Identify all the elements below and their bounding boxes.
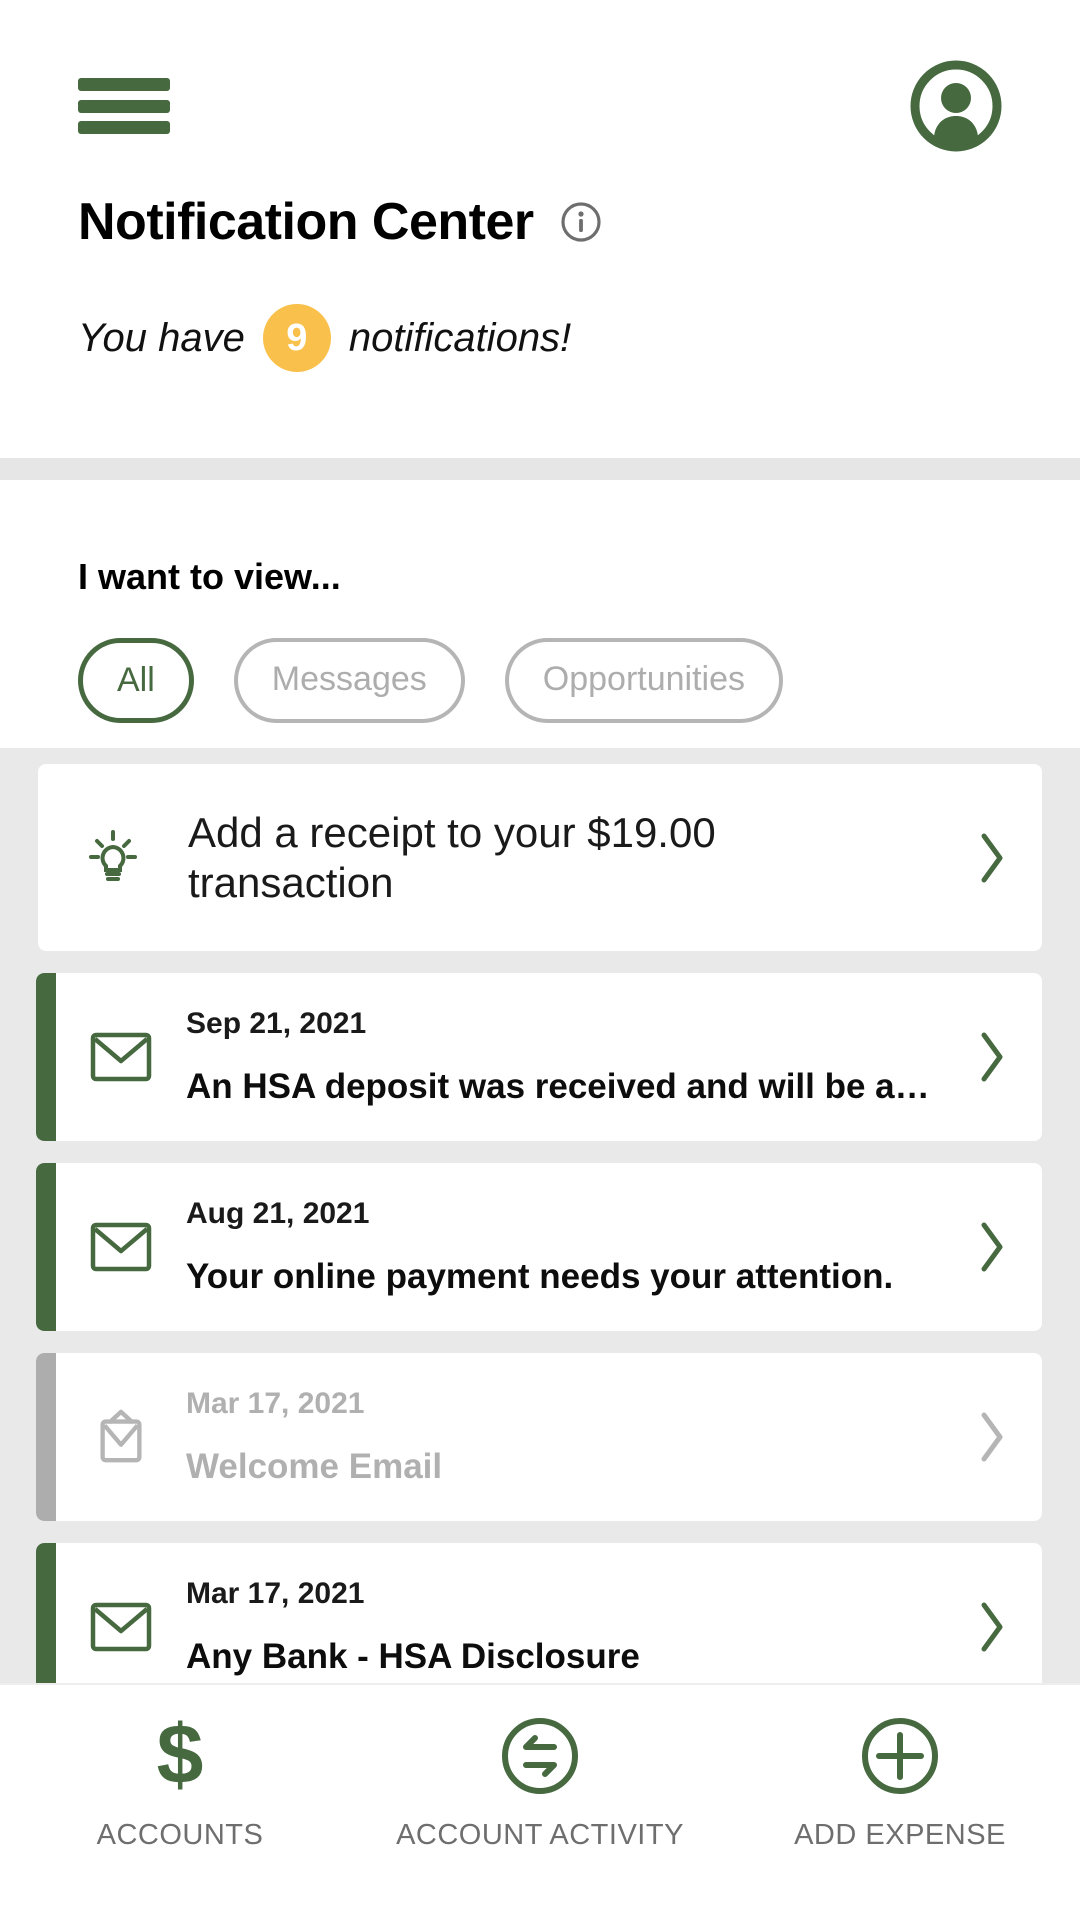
message-date: Mar 17, 2021	[186, 1387, 365, 1421]
message-title: An HSA deposit was received and will be …	[186, 1067, 942, 1107]
filter-chip-messages[interactable]: Messages	[233, 638, 465, 723]
plus-circle-icon	[862, 1718, 938, 1794]
envelope-closed-icon	[56, 1163, 186, 1331]
page-title-row: Notification Center	[78, 192, 1002, 252]
nav-item-account-activity[interactable]: ACCOUNT ACTIVITY	[360, 1715, 720, 1852]
message-title: Any Bank - HSA Disclosure	[186, 1637, 640, 1677]
message-title: Welcome Email	[186, 1447, 443, 1487]
nav-label-add-expense: ADD EXPENSE	[794, 1819, 1006, 1851]
notification-card-message-read[interactable]: Mar 17, 2021 Welcome Email	[36, 1353, 1042, 1522]
unread-accent-bar	[36, 1163, 56, 1332]
summary-suffix: notifications!	[348, 315, 572, 360]
card-content: Sep 21, 2021 An HSA deposit was received…	[186, 973, 942, 1141]
hamburger-menu-icon[interactable]	[78, 74, 170, 138]
notification-card-message[interactable]: Sep 21, 2021 An HSA deposit was received…	[36, 973, 1042, 1142]
message-date: Aug 21, 2021	[186, 1197, 370, 1231]
page-title: Notification Center	[78, 193, 534, 251]
notification-card-message[interactable]: Aug 21, 2021 Your online payment needs y…	[36, 1163, 1042, 1332]
chevron-right-icon[interactable]	[942, 1353, 1042, 1521]
nav-label-account-activity: ACCOUNT ACTIVITY	[396, 1819, 684, 1851]
top-bar	[78, 0, 1002, 152]
hamburger-bar	[78, 78, 170, 91]
app-header: Notification Center You have 9 notificat…	[0, 0, 1080, 458]
transfer-arrows-icon	[502, 1718, 578, 1794]
nav-item-accounts[interactable]: $ ACCOUNTS	[0, 1715, 360, 1852]
filter-section-label: I want to view...	[78, 556, 341, 597]
read-accent-bar	[36, 1353, 56, 1522]
message-date: Mar 17, 2021	[186, 1577, 365, 1611]
hamburger-bar	[78, 99, 170, 113]
info-icon[interactable]	[560, 201, 602, 243]
chevron-right-icon[interactable]	[942, 1163, 1042, 1331]
card-content: Aug 21, 2021 Your online payment needs y…	[186, 1163, 942, 1331]
section-divider	[0, 458, 1080, 480]
nav-item-add-expense[interactable]: ADD EXPENSE	[720, 1715, 1080, 1852]
notification-count-badge: 9	[262, 304, 331, 372]
user-avatar-icon[interactable]	[910, 60, 1002, 152]
chevron-right-icon[interactable]	[942, 764, 1042, 951]
notification-card-opportunity[interactable]: Add a receipt to your $19.00 transaction	[38, 764, 1042, 952]
lightbulb-icon	[38, 764, 188, 951]
filter-chip-opportunities[interactable]: Opportunities	[504, 638, 783, 723]
hamburger-bar	[78, 121, 170, 134]
dollar-sign-icon: $	[157, 1715, 204, 1797]
filter-chip-row: All Messages Opportunities	[78, 638, 1002, 723]
card-content: Add a receipt to your $19.00 transaction	[188, 764, 942, 951]
card-content: Mar 17, 2021 Welcome Email	[186, 1353, 942, 1521]
filter-chip-all[interactable]: All	[78, 638, 194, 723]
filter-section: I want to view... All Messages Opportuni…	[0, 480, 1080, 759]
message-date: Sep 21, 2021	[186, 1007, 367, 1041]
message-title: Your online payment needs your attention…	[186, 1257, 894, 1297]
summary-prefix: You have	[78, 315, 245, 360]
opportunity-text: Add a receipt to your $19.00 transaction	[188, 809, 716, 906]
bottom-navigation-bar: $ ACCOUNTS ACCOUNT ACTIVITY ADD EXPENSE	[0, 1683, 1080, 1920]
svg-text:$: $	[157, 1715, 204, 1797]
chevron-right-icon[interactable]	[942, 973, 1042, 1141]
nav-label-accounts: ACCOUNTS	[96, 1819, 264, 1851]
notification-center-screen: Notification Center You have 9 notificat…	[0, 0, 1080, 1920]
unread-accent-bar	[36, 973, 56, 1142]
envelope-open-icon	[56, 1353, 186, 1521]
notification-summary: You have 9 notifications!	[78, 304, 1002, 372]
envelope-closed-icon	[56, 973, 186, 1141]
